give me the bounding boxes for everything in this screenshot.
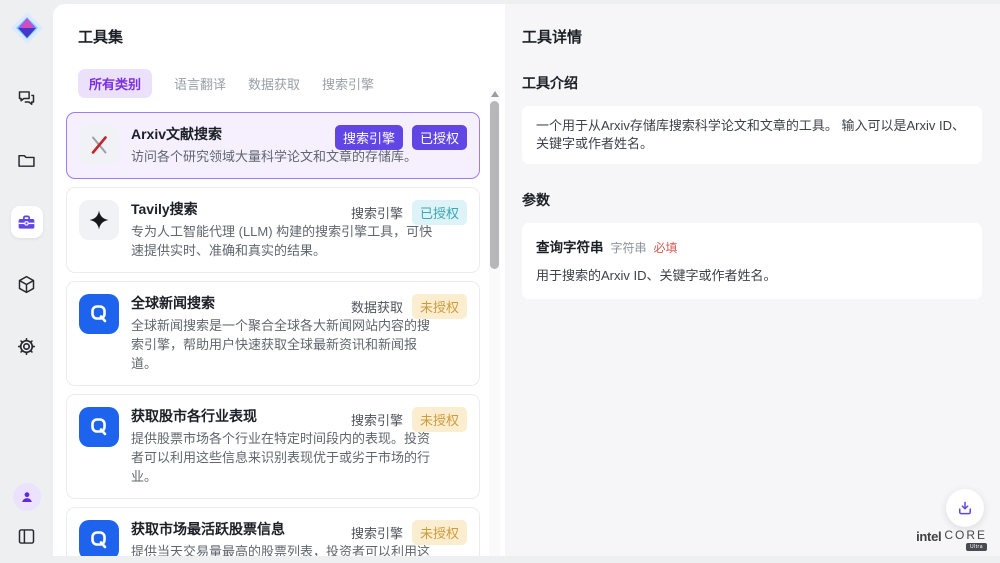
arxiv-x-icon bbox=[79, 125, 119, 165]
category-label: 数据获取 bbox=[351, 297, 403, 316]
tab-data-fetch[interactable]: 数据获取 bbox=[248, 74, 300, 93]
auth-status-badge: 已授权 bbox=[412, 125, 467, 150]
tool-intro-text: 一个用于从Arxiv存储库搜索科学论文和文章的工具。 输入可以是Arxiv ID… bbox=[522, 106, 982, 164]
toolbox-icon bbox=[16, 212, 37, 233]
tool-card-list: Arxiv文献搜索 访问各个研究领域大量科学论文和文章的存储库。 搜索引擎 已授… bbox=[66, 112, 480, 556]
intro-section-title: 工具介绍 bbox=[522, 73, 982, 93]
tool-details-pane: 工具详情 工具介绍 一个用于从Arxiv存储库搜索科学论文和文章的工具。 输入可… bbox=[505, 4, 1000, 556]
app-logo-icon bbox=[9, 10, 45, 46]
collapse-panel-icon bbox=[16, 526, 37, 547]
download-icon bbox=[956, 499, 974, 517]
tab-search-engine[interactable]: 搜索引擎 bbox=[322, 74, 374, 93]
parameter-description: 用于搜索的Arxiv ID、关键字或作者姓名。 bbox=[536, 265, 968, 284]
tool-list-pane: 工具集 所有类别 语言翻译 数据获取 搜索引擎 A bbox=[53, 4, 505, 556]
tab-translation[interactable]: 语言翻译 bbox=[174, 74, 226, 93]
parameter-name: 查询字符串 bbox=[536, 236, 604, 256]
sidebar-item-chat[interactable] bbox=[11, 82, 43, 114]
list-scrollbar[interactable] bbox=[489, 88, 500, 556]
user-avatar[interactable] bbox=[13, 483, 41, 511]
q-bubble-icon bbox=[79, 520, 119, 556]
app-window: 工具集 所有类别 语言翻译 数据获取 搜索引擎 A bbox=[0, 0, 1000, 563]
sidebar-item-toolbox[interactable] bbox=[11, 206, 43, 238]
category-badge: 搜索引擎 bbox=[335, 125, 403, 150]
download-button[interactable] bbox=[946, 489, 984, 527]
sidebar-bottom bbox=[13, 483, 41, 563]
auth-status-badge: 未授权 bbox=[412, 520, 467, 545]
cube-icon bbox=[16, 274, 37, 295]
gear-icon bbox=[16, 336, 37, 357]
sidebar-item-models[interactable] bbox=[11, 268, 43, 300]
tool-description: 专为人工智能代理 (LLM) 构建的搜索引擎工具，可快速提供实时、准确和真实的结… bbox=[131, 222, 435, 260]
sidebar-nav bbox=[11, 82, 43, 362]
intel-wordmark: intel bbox=[916, 529, 941, 544]
params-section-title: 参数 bbox=[522, 190, 982, 210]
sidebar-item-settings[interactable] bbox=[11, 330, 43, 362]
core-ultra-badge: Ultra bbox=[966, 543, 987, 551]
parameter-type: 字符串 bbox=[611, 239, 647, 256]
main-panel: 工具集 所有类别 语言翻译 数据获取 搜索引擎 A bbox=[53, 4, 1000, 556]
tool-card-tavily[interactable]: Tavily搜索 专为人工智能代理 (LLM) 构建的搜索引擎工具，可快速提供实… bbox=[66, 187, 480, 273]
sparkle-icon bbox=[79, 200, 119, 240]
scrollbar-thumb[interactable] bbox=[490, 101, 499, 269]
core-wordmark: core bbox=[944, 529, 987, 542]
q-bubble-icon bbox=[79, 407, 119, 447]
tool-description: 全球新闻搜索是一个聚合全球各大新闻网站内容的搜索引擎，帮助用户快速获取全球最新资… bbox=[131, 316, 435, 373]
person-icon bbox=[19, 489, 35, 505]
auth-status-badge: 未授权 bbox=[412, 294, 467, 319]
scroll-up-arrow-icon[interactable] bbox=[491, 91, 499, 97]
intel-core-logo: intel core Ultra bbox=[916, 529, 987, 551]
category-label: 搜索引擎 bbox=[351, 523, 403, 542]
category-label: 搜索引擎 bbox=[351, 410, 403, 429]
chat-icon bbox=[16, 88, 37, 109]
tab-all-categories[interactable]: 所有类别 bbox=[78, 69, 152, 98]
collapse-sidebar-button[interactable] bbox=[14, 523, 40, 549]
auth-status-badge: 已授权 bbox=[412, 200, 467, 225]
category-label: 搜索引擎 bbox=[351, 203, 403, 222]
tool-card-sector-performance[interactable]: 获取股市各行业表现 提供股票市场各个行业在特定时间段内的表现。投资者可以利用这些… bbox=[66, 394, 480, 499]
page-title: 工具集 bbox=[78, 26, 505, 47]
tool-description: 提供股票市场各个行业在特定时间段内的表现。投资者可以利用这些信息来识别表现优于或… bbox=[131, 429, 435, 486]
parameter-required-flag: 必填 bbox=[654, 239, 678, 256]
details-title: 工具详情 bbox=[522, 26, 982, 47]
tool-card-global-news[interactable]: 全球新闻搜索 全球新闻搜索是一个聚合全球各大新闻网站内容的搜索引擎，帮助用户快速… bbox=[66, 281, 480, 386]
folder-icon bbox=[16, 150, 37, 171]
tool-card-most-active-stocks[interactable]: 获取市场最活跃股票信息 提供当天交易量最高的股票列表，投资者可以利用这些信息来识… bbox=[66, 507, 480, 556]
tool-card-arxiv[interactable]: Arxiv文献搜索 访问各个研究领域大量科学论文和文章的存储库。 搜索引擎 已授… bbox=[66, 112, 480, 179]
sidebar bbox=[0, 0, 53, 563]
q-bubble-icon bbox=[79, 294, 119, 334]
auth-status-badge: 未授权 bbox=[412, 407, 467, 432]
sidebar-item-files[interactable] bbox=[11, 144, 43, 176]
category-tabs: 所有类别 语言翻译 数据获取 搜索引擎 bbox=[78, 69, 505, 98]
parameter-card: 查询字符串 字符串 必填 用于搜索的Arxiv ID、关键字或作者姓名。 bbox=[522, 223, 982, 299]
